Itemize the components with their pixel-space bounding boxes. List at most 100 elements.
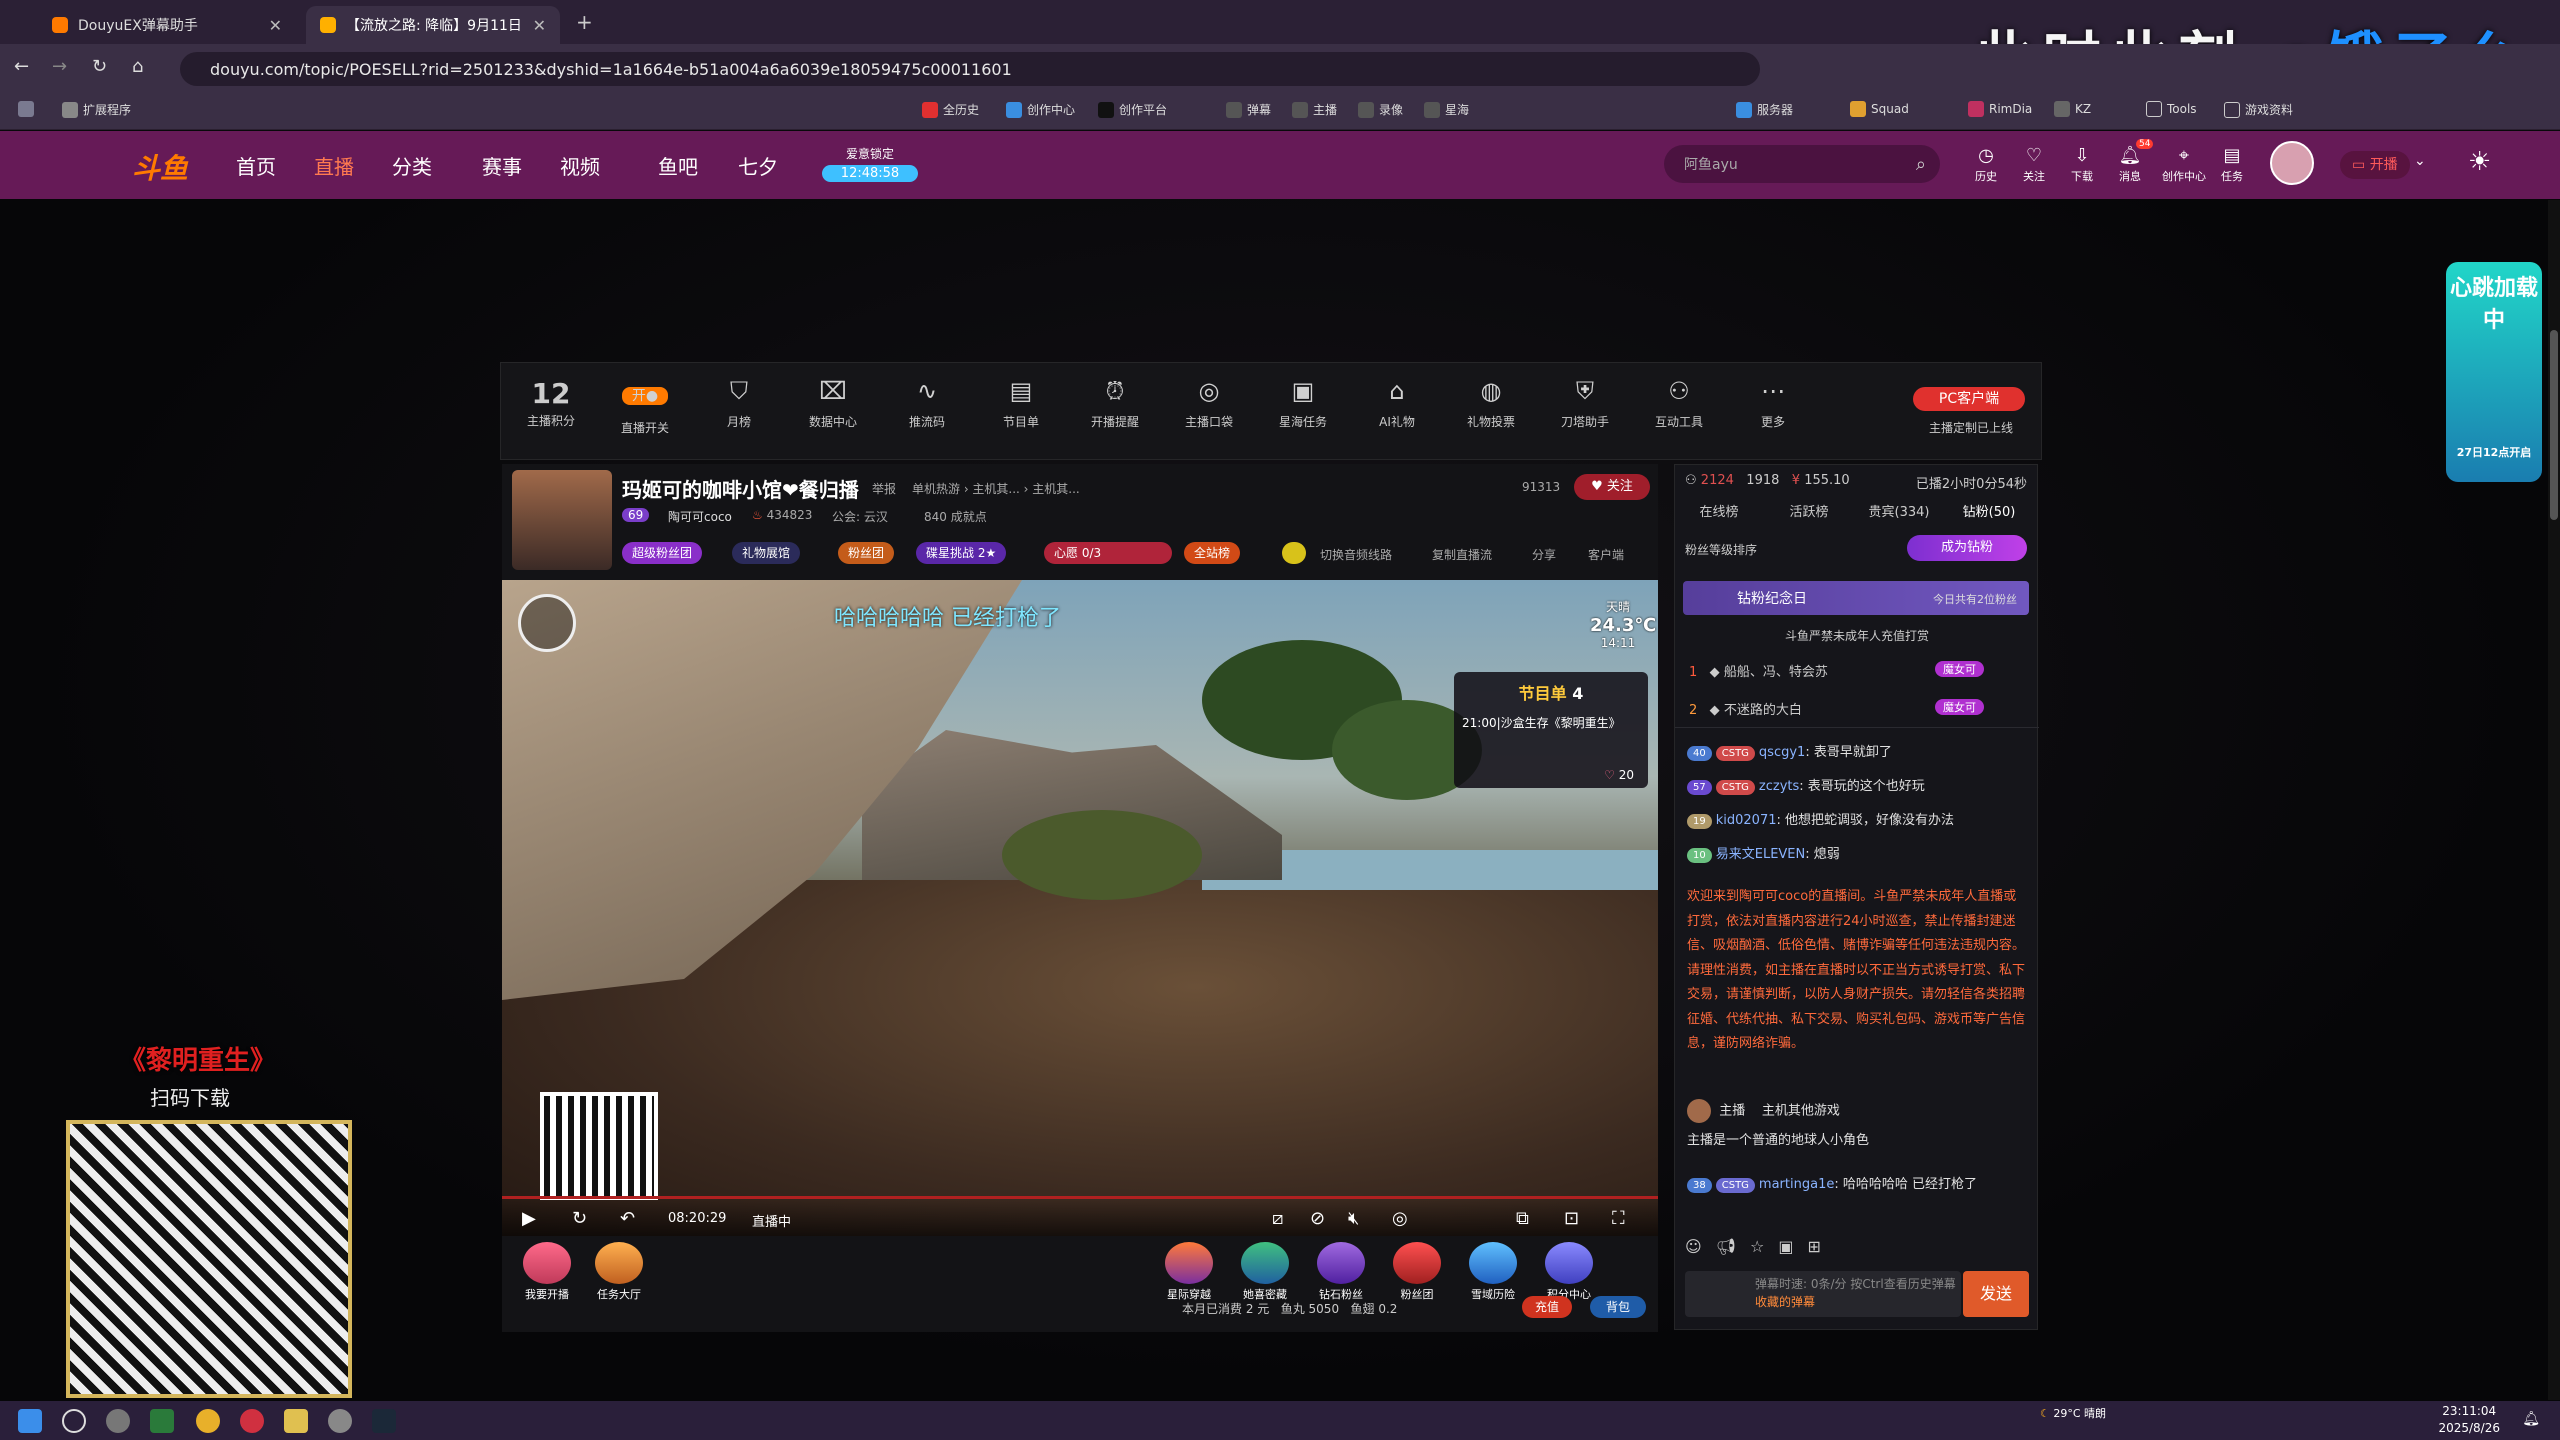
nav-category[interactable]: 分类 <box>392 151 432 180</box>
nav-home[interactable]: 首页 <box>236 151 276 180</box>
tab-vip[interactable]: 贵宾(334) <box>1855 501 1943 523</box>
pip-icon[interactable]: ⧉ <box>1516 1208 1529 1229</box>
bookmark-item[interactable]: 星海 <box>1424 101 1469 118</box>
url-input[interactable]: douyu.com/topic/POESELL?rid=2501233&dysh… <box>180 52 1760 86</box>
douyu-logo[interactable]: 斗鱼 <box>132 147 188 187</box>
tool-data-center[interactable]: ⌧ 数据中心 <box>793 377 873 430</box>
follow-button[interactable]: ♥ 关注 <box>1574 474 1650 500</box>
reload-icon[interactable]: ↻ <box>92 56 107 77</box>
chevron-down-icon[interactable]: ⌄ <box>2414 153 2426 169</box>
bookmark-item[interactable]: 全历史 <box>922 101 979 118</box>
yellow-badge[interactable] <box>1282 542 1306 564</box>
start-broadcast-button[interactable]: ▭ 开播 <box>2340 151 2410 179</box>
tab-active[interactable]: 活跃榜 <box>1765 501 1853 523</box>
folder-icon[interactable] <box>284 1409 308 1433</box>
bookmark-item[interactable]: 弹幕 <box>1226 101 1271 118</box>
bookmark-item[interactable]: RimDia <box>1968 101 2032 117</box>
tool-star-task[interactable]: ▣ 星海任务 <box>1263 377 1343 430</box>
creator-center-button[interactable]: ⌖ 创作中心 <box>2160 145 2208 184</box>
gift-fan-club[interactable]: 粉丝团 <box>1386 1242 1448 1302</box>
copy-stream[interactable]: 复制直播流 <box>1432 546 1492 563</box>
close-icon[interactable]: ✕ <box>269 16 282 35</box>
schedule-overlay[interactable]: 节目单 4 21:00|沙盒生存《黎明重生》 ♡ 20 <box>1454 672 1648 788</box>
app-icon[interactable] <box>106 1409 130 1433</box>
bookmark-item[interactable]: Squad <box>1850 101 1909 117</box>
scrollbar-thumb[interactable] <box>2550 330 2558 520</box>
search-icon[interactable] <box>62 1409 86 1433</box>
achievement[interactable]: 840 成就点 <box>924 508 987 525</box>
recharge-button[interactable]: 充值 <box>1522 1296 1572 1318</box>
gift-icon[interactable]: ⊞ <box>1807 1237 1820 1256</box>
anchor-score[interactable]: 12 主播积分 <box>511 377 591 429</box>
heart-event-banner[interactable]: 心跳加载中 27日12点开启 <box>2446 262 2542 482</box>
emoji-icon[interactable]: ☺ <box>1685 1237 1702 1256</box>
new-tab-icon[interactable]: + <box>576 10 593 34</box>
mute-icon[interactable]: 🔇︎ <box>1348 1208 1359 1229</box>
tool-push-code[interactable]: ∿ 推流码 <box>887 377 967 430</box>
weather-widget[interactable]: ☾ 29°C 晴朗 <box>2040 1407 2106 1421</box>
bag-button[interactable]: 背包 <box>1590 1296 1646 1318</box>
megaphone-icon[interactable]: 📢︎ <box>1716 1237 1736 1256</box>
tool-reminder[interactable]: ⏰︎ 开播提醒 <box>1075 377 1155 430</box>
become-diamond-fan-button[interactable]: 成为钻粉 <box>1907 535 2027 561</box>
app-icon[interactable] <box>150 1409 174 1433</box>
report-link[interactable]: 举报 <box>872 480 896 497</box>
bookmark-item[interactable]: 扩展程序 <box>62 101 131 118</box>
follow-list-button[interactable]: ♡ 关注 <box>2014 145 2054 184</box>
bookmark-item[interactable]: 创作中心 <box>1006 101 1075 118</box>
nav-esports[interactable]: 赛事 <box>482 151 522 180</box>
notification-icon[interactable]: 🔔︎ <box>2522 1411 2540 1427</box>
play-icon[interactable]: ▶ <box>522 1208 536 1229</box>
switch-audio-line[interactable]: 切换音频线路 <box>1320 546 1392 563</box>
badge-fan-club[interactable]: 粉丝团 <box>838 542 895 564</box>
badge-star-challenge[interactable]: 碟星挑战 2★ <box>916 542 1007 564</box>
anchor-avatar[interactable] <box>512 470 612 570</box>
gift-interstellar[interactable]: 星际穿越 <box>1158 1242 1220 1302</box>
fan-sort[interactable]: 粉丝等级排序 <box>1685 541 1757 558</box>
app-icon[interactable] <box>328 1409 352 1433</box>
app-icon[interactable] <box>240 1409 264 1433</box>
tool-program-list[interactable]: ▤ 节目单 <box>981 377 1061 430</box>
system-clock[interactable]: 23:11:04 2025/8/26 <box>2438 1403 2500 1437</box>
diamond-anniversary[interactable]: 今日共有2位粉丝 钻粉纪念日 <box>1683 581 2029 615</box>
tool-more[interactable]: ⋯ 更多 <box>1733 377 1813 430</box>
send-button[interactable]: 发送 <box>1963 1271 2029 1317</box>
tool-dota-helper[interactable]: ⛨ 刀塔助手 <box>1545 377 1625 430</box>
windows-start-icon[interactable] <box>18 1409 42 1433</box>
tool-month-rank[interactable]: ⛉ 月榜 <box>699 377 779 430</box>
refresh-icon[interactable]: ↻ <box>572 1208 587 1229</box>
bookmark-folder[interactable]: Tools <box>2146 101 2197 117</box>
tool-ai-gift[interactable]: ⌂ AI礼物 <box>1357 377 1437 430</box>
bookmark-item[interactable]: 服务器 <box>1736 101 1793 118</box>
gift-start-live[interactable]: 我要开播 <box>516 1242 578 1302</box>
bookmark-item[interactable]: 创作平台 <box>1098 101 1167 118</box>
guild[interactable]: 公会: 云汉 <box>832 508 888 525</box>
danmu-input[interactable]: 弹幕时速: 0条/分 按Ctrl查看历史弹幕 收藏的弹幕 <box>1685 1271 1961 1317</box>
steam-icon[interactable] <box>372 1409 396 1433</box>
game-promo[interactable]: 《黎明重生》 扫码下载 <box>60 1040 370 1400</box>
apps-icon[interactable] <box>18 101 34 117</box>
client-button[interactable]: 客户端 <box>1588 546 1624 563</box>
gift-diamond-fan[interactable]: 钻石粉丝 <box>1310 1242 1372 1302</box>
badge-gift-hall[interactable]: 礼物展馆 <box>732 542 801 564</box>
home-icon[interactable]: ⌂ <box>132 56 143 77</box>
rank-row[interactable]: 1 ◆ 船船、冯、特会苏 <box>1689 661 1828 680</box>
gift-points[interactable]: 积分中心 <box>1538 1242 1600 1302</box>
rank-row[interactable]: 2 ◆ 不迷路的大白 <box>1689 699 1802 718</box>
anchor-name[interactable]: 陶可可coco <box>668 508 732 525</box>
history-button[interactable]: ◷ 历史 <box>1966 145 2006 184</box>
forward-icon[interactable]: → <box>52 56 67 77</box>
browser-tab-active[interactable]: 【流放之路: 降临】9月11日预约... ✕ <box>306 6 560 44</box>
tool-live-switch[interactable]: 开● 直播开关 <box>605 377 685 436</box>
badge-super-fan[interactable]: 超级粉丝团 <box>622 542 703 564</box>
tasks-button[interactable]: ▤ 任务 <box>2212 145 2252 184</box>
web-fullscreen-icon[interactable]: ⊡ <box>1564 1208 1579 1229</box>
gift-secret[interactable]: 她喜密藏 <box>1234 1242 1296 1302</box>
tool-gift-vote[interactable]: ◍ 礼物投票 <box>1451 377 1531 430</box>
fullscreen-icon[interactable]: ⛶ <box>1612 1208 1625 1229</box>
star-icon[interactable]: ☆ <box>1750 1237 1764 1256</box>
download-button[interactable]: ⇩ 下载 <box>2062 145 2102 184</box>
fan-icon[interactable]: ▣ <box>1778 1237 1793 1256</box>
sun-icon[interactable]: ☀ <box>2468 147 2491 177</box>
scrollbar[interactable] <box>2548 200 2560 1400</box>
